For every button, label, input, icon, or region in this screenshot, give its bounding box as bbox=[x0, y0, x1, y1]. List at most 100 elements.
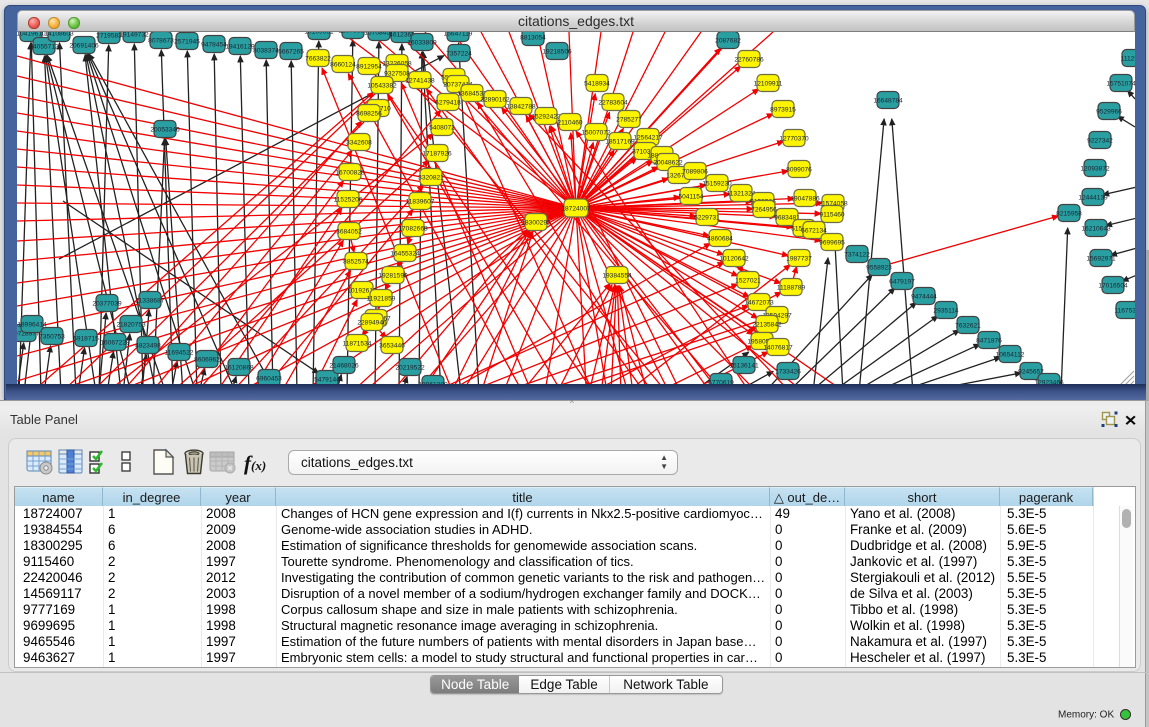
svg-text:19047886: 19047886 bbox=[790, 196, 820, 203]
svg-text:1167533: 1167533 bbox=[1114, 308, 1135, 315]
svg-text:14076817: 14076817 bbox=[763, 345, 793, 352]
svg-text:2935114: 2935114 bbox=[933, 308, 959, 315]
svg-text:16067228: 16067228 bbox=[100, 340, 130, 347]
svg-text:10120642: 10120642 bbox=[719, 256, 749, 263]
svg-text:9529966: 9529966 bbox=[1096, 109, 1122, 116]
svg-text:1112503: 1112503 bbox=[1121, 56, 1135, 63]
svg-text:5918715: 5918715 bbox=[73, 336, 99, 343]
svg-text:15647119: 15647119 bbox=[444, 32, 473, 38]
svg-text:15136141: 15136141 bbox=[729, 363, 759, 370]
svg-text:8078673: 8078673 bbox=[148, 38, 174, 45]
svg-text:11694522: 11694522 bbox=[165, 350, 194, 357]
svg-text:3320821: 3320821 bbox=[418, 175, 444, 182]
svg-text:2571945: 2571945 bbox=[174, 39, 200, 46]
svg-text:2087682: 2087682 bbox=[715, 38, 741, 45]
svg-text:16455324: 16455324 bbox=[390, 251, 420, 258]
svg-text:19218506: 19218506 bbox=[542, 49, 572, 56]
svg-text:19416129: 19416129 bbox=[225, 44, 255, 51]
svg-text:18996414: 18996414 bbox=[17, 322, 47, 329]
svg-text:4823498: 4823498 bbox=[135, 343, 161, 350]
svg-text:9474444: 9474444 bbox=[911, 294, 937, 301]
svg-text:7350753: 7350753 bbox=[39, 334, 65, 341]
svg-text:8660124: 8660124 bbox=[330, 62, 356, 69]
svg-text:5408072: 5408072 bbox=[429, 125, 455, 132]
svg-text:8912954: 8912954 bbox=[356, 64, 382, 71]
svg-text:8698256: 8698256 bbox=[356, 111, 382, 118]
svg-text:15692971: 15692971 bbox=[1086, 256, 1116, 263]
svg-text:11525206: 11525206 bbox=[334, 197, 363, 204]
svg-text:2785277: 2785277 bbox=[616, 117, 642, 124]
svg-text:5667265: 5667265 bbox=[278, 49, 304, 56]
svg-text:15751074: 15751074 bbox=[1106, 81, 1135, 88]
svg-text:10419610: 10419610 bbox=[17, 32, 46, 38]
svg-text:8038374: 8038374 bbox=[253, 48, 279, 55]
svg-text:6229731: 6229731 bbox=[694, 215, 720, 222]
svg-text:9699695: 9699695 bbox=[819, 240, 845, 247]
svg-text:11321324: 11321324 bbox=[727, 191, 756, 198]
svg-text:2110460: 2110460 bbox=[557, 120, 583, 127]
svg-text:16700828: 16700828 bbox=[335, 170, 365, 177]
svg-text:7663822: 7663822 bbox=[305, 56, 331, 63]
svg-text:22890162: 22890162 bbox=[480, 97, 510, 104]
svg-text:22760786: 22760786 bbox=[734, 57, 764, 64]
svg-text:16033809: 16033809 bbox=[407, 40, 437, 47]
svg-text:8813054: 8813054 bbox=[520, 35, 546, 42]
svg-text:7374122: 7374122 bbox=[844, 252, 870, 259]
svg-text:2719583: 2719583 bbox=[96, 33, 122, 40]
svg-text:19149732: 19149732 bbox=[119, 32, 149, 39]
svg-text:16210643: 16210643 bbox=[1081, 226, 1111, 233]
svg-text:5418934: 5418934 bbox=[584, 81, 610, 88]
svg-text:7357224: 7357224 bbox=[446, 51, 472, 58]
svg-text:13842788: 13842788 bbox=[506, 104, 536, 111]
svg-text:8215958: 8215958 bbox=[1056, 211, 1082, 218]
svg-text:12741438: 12741438 bbox=[405, 78, 435, 85]
svg-text:10109031: 10109031 bbox=[304, 32, 334, 36]
svg-text:11188789: 11188789 bbox=[777, 285, 806, 292]
svg-text:18300295: 18300295 bbox=[521, 220, 551, 227]
svg-text:8852574: 8852574 bbox=[343, 259, 369, 266]
svg-text:22894946: 22894946 bbox=[357, 320, 387, 327]
svg-text:10543382: 10543382 bbox=[367, 83, 397, 90]
svg-text:14108603: 14108603 bbox=[44, 32, 74, 38]
svg-text:20048622: 20048622 bbox=[653, 160, 683, 167]
svg-text:12109911: 12109911 bbox=[754, 81, 783, 88]
svg-text:8973915: 8973915 bbox=[770, 107, 796, 114]
svg-text:14055712: 14055712 bbox=[29, 44, 59, 51]
svg-text:3342608: 3342608 bbox=[346, 140, 372, 147]
svg-text:15007072: 15007072 bbox=[581, 130, 611, 137]
svg-text:14672073: 14672073 bbox=[744, 300, 774, 307]
svg-text:6479197: 6479197 bbox=[889, 279, 915, 286]
svg-text:11338687: 11338687 bbox=[136, 298, 165, 305]
svg-text:20219522: 20219522 bbox=[395, 365, 425, 372]
svg-text:21468026: 21468026 bbox=[329, 363, 359, 370]
svg-text:20691406: 20691406 bbox=[69, 43, 99, 50]
svg-text:18724007: 18724007 bbox=[561, 206, 591, 213]
svg-text:8606962: 8606962 bbox=[194, 357, 220, 364]
svg-text:8471876: 8471876 bbox=[976, 338, 1002, 345]
svg-text:3653446: 3653446 bbox=[379, 343, 405, 350]
svg-text:7632621: 7632621 bbox=[955, 323, 981, 330]
svg-text:1527021: 1527021 bbox=[735, 278, 761, 285]
svg-text:12093872: 12093872 bbox=[1080, 166, 1110, 173]
svg-text:1987737: 1987737 bbox=[786, 256, 812, 263]
svg-text:5041154: 5041154 bbox=[678, 194, 704, 201]
svg-text:16120868: 16120868 bbox=[224, 365, 254, 372]
svg-text:6960453: 6960453 bbox=[256, 376, 282, 383]
svg-text:11871534: 11871534 bbox=[343, 341, 372, 348]
svg-text:16648784: 16648784 bbox=[873, 98, 903, 105]
svg-text:22783604: 22783604 bbox=[598, 100, 628, 107]
svg-text:19281590: 19281590 bbox=[378, 273, 408, 280]
svg-text:17187926: 17187926 bbox=[422, 151, 452, 158]
svg-text:12770370: 12770370 bbox=[779, 136, 809, 143]
svg-text:9227342: 9227342 bbox=[1087, 138, 1113, 145]
svg-text:7264956: 7264956 bbox=[751, 207, 777, 214]
svg-text:7089806: 7089806 bbox=[682, 169, 708, 176]
svg-text:11921859: 11921859 bbox=[367, 296, 396, 303]
svg-text:19384554: 19384554 bbox=[602, 273, 632, 280]
svg-text:8099076: 8099076 bbox=[786, 167, 812, 174]
svg-text:17082668: 17082668 bbox=[398, 226, 428, 233]
svg-text:10654112: 10654112 bbox=[996, 352, 1025, 359]
svg-text:1733426: 1733426 bbox=[775, 369, 801, 376]
svg-text:5479144: 5479144 bbox=[314, 377, 340, 384]
svg-text:18517169: 18517169 bbox=[605, 139, 635, 146]
